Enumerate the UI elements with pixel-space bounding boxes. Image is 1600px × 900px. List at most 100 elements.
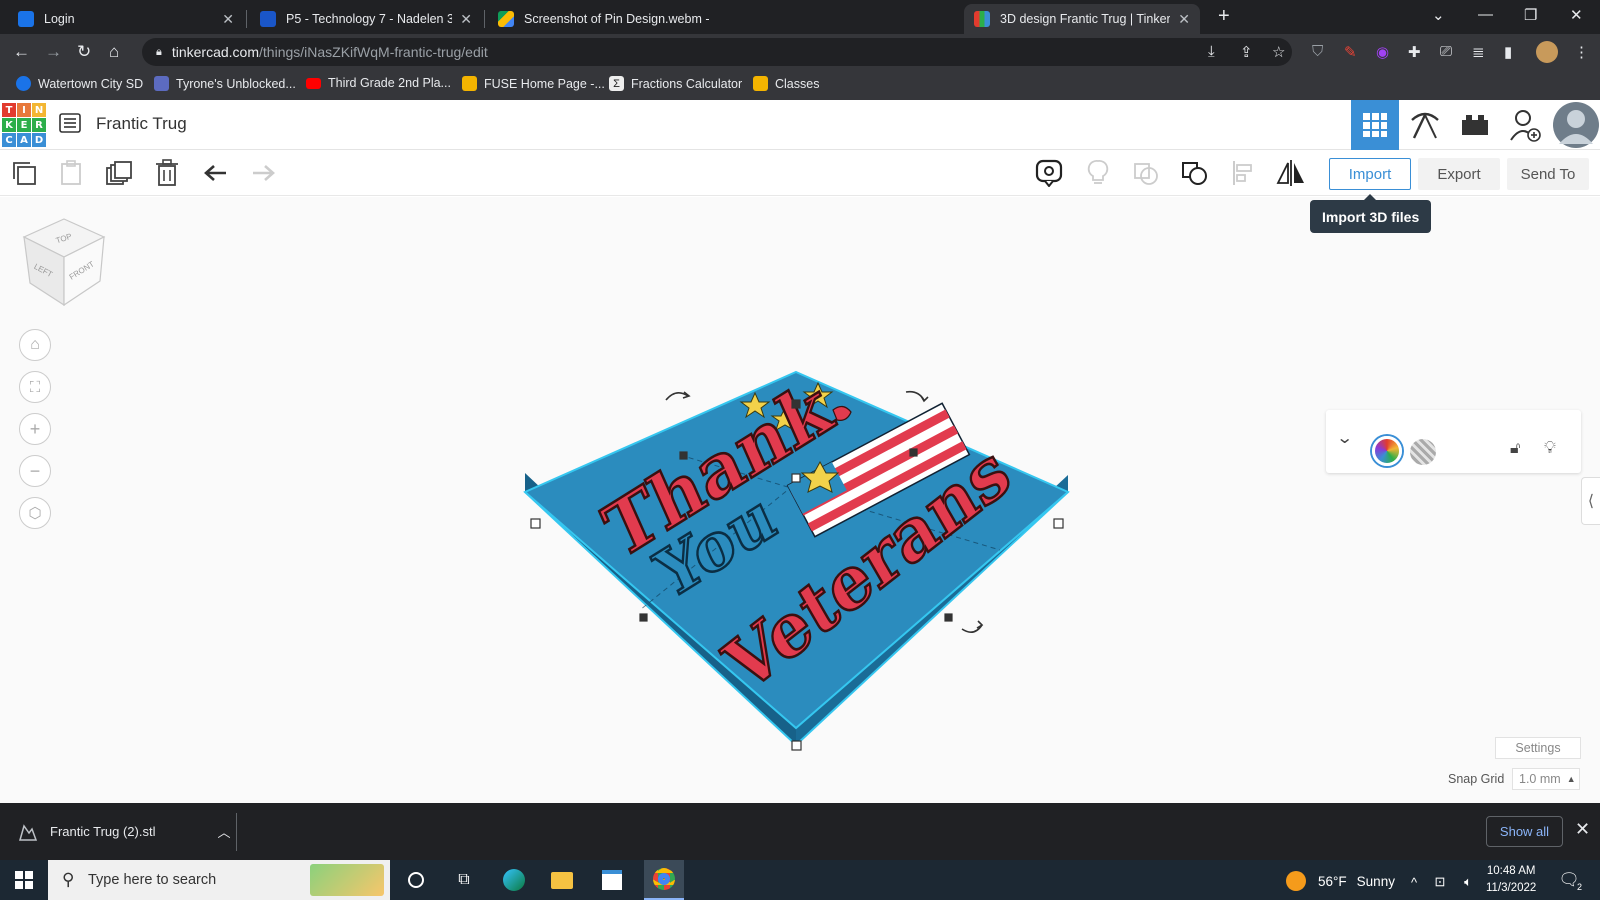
design-title[interactable]: Frantic Trug — [96, 114, 187, 134]
purple-extension-icon[interactable]: ◉ — [1376, 43, 1389, 61]
home-icon[interactable]: ⌂ — [109, 42, 119, 62]
minimize-button[interactable]: — — [1478, 6, 1493, 23]
bookmark-tyrone[interactable]: Tyrone's Unblocked... — [154, 76, 296, 91]
panel-toggle-tab[interactable]: ⟨ — [1581, 477, 1600, 525]
paste-button[interactable] — [56, 158, 86, 188]
chevron-up-icon[interactable]: ︿ — [217, 822, 230, 841]
model-scene[interactable]: Thank You Veterans — [0, 197, 1600, 803]
copy-button[interactable] — [9, 158, 39, 188]
system-clock[interactable]: 10:48 AM 11/3/2022 — [1486, 863, 1536, 897]
classroom-icon — [753, 76, 768, 91]
weather-widget[interactable]: 56°F Sunny — [1286, 871, 1395, 891]
ungroup-button[interactable] — [1180, 158, 1210, 188]
reload-icon[interactable]: ↻ — [77, 42, 91, 62]
download-item[interactable]: Frantic Trug (2).stl ︿ — [18, 822, 230, 841]
bookmark-fractions[interactable]: Σ Fractions Calculator — [609, 76, 742, 91]
undo-button[interactable] — [201, 158, 231, 188]
import-button[interactable]: Import — [1329, 158, 1411, 190]
tab-label: Login — [44, 12, 75, 26]
pickaxe-icon — [1411, 112, 1439, 139]
mirror-button[interactable] — [1276, 158, 1306, 188]
back-icon[interactable]: ← — [13, 42, 30, 62]
browser-tab-bar: Login ✕ P5 - Technology 7 - Nadelen 3 ✕ … — [0, 0, 1600, 34]
new-tab-button[interactable]: + — [1218, 5, 1230, 28]
windows-logo-icon — [15, 871, 33, 889]
invite-user-button[interactable] — [1501, 100, 1549, 150]
bookmark-third-grade[interactable]: Third Grade 2nd Pla... — [306, 76, 451, 90]
file-explorer-button[interactable] — [544, 866, 580, 894]
network-icon[interactable]: ⊡ — [1428, 868, 1452, 896]
user-avatar[interactable] — [1552, 100, 1600, 150]
taskbar-search-input[interactable]: ⚲ Type here to search — [48, 860, 390, 900]
tab-screenshot-webm[interactable]: Screenshot of Pin Design.webm - — [488, 4, 720, 34]
puzzle-extensions-icon[interactable]: ✚ — [1408, 43, 1421, 61]
snap-grid-select[interactable]: 1.0 mm ▲ — [1512, 768, 1580, 790]
tab-search-chevron-icon[interactable]: ⌄ — [1432, 6, 1445, 24]
bookmark-label: Tyrone's Unblocked... — [176, 76, 296, 91]
chrome-menu-icon[interactable]: ⋮ — [1574, 43, 1589, 61]
forward-icon[interactable]: → — [45, 42, 62, 62]
settings-button[interactable]: Settings — [1495, 737, 1581, 759]
close-window-button[interactable]: ✕ — [1570, 6, 1583, 24]
side-panel-icon[interactable]: ▮ — [1504, 43, 1512, 61]
start-button[interactable] — [6, 866, 42, 894]
share-icon[interactable]: ⇪ — [1240, 43, 1253, 61]
3d-design-view-button[interactable] — [1351, 100, 1399, 150]
lock-icon[interactable]: 🔓︎ — [1510, 440, 1520, 458]
speech-bubble-icon — [1035, 159, 1063, 187]
duplicate-button[interactable] — [104, 158, 134, 188]
hide-lightbulb-icon[interactable]: 💡︎ — [1544, 438, 1556, 458]
restore-button[interactable]: ❐ — [1524, 6, 1537, 24]
tab-login[interactable]: Login ✕ — [8, 4, 244, 34]
tab-close-icon[interactable]: ✕ — [222, 11, 234, 28]
workplane-viewport[interactable]: TOP LEFT FRONT ⌂ ⛶ + − ⬡ Thank You Veter… — [0, 197, 1600, 803]
chevron-left-icon: ⟨ — [1587, 493, 1595, 510]
tinkercad-favicon-icon — [974, 11, 990, 27]
bookmark-favicon-icon — [16, 76, 31, 91]
hide-button[interactable] — [1083, 158, 1113, 188]
design-list-icon[interactable] — [59, 113, 81, 133]
cast-icon[interactable]: ⎚ — [1440, 43, 1452, 60]
download-bar: Frantic Trug (2).stl ︿ Show all ✕ — [0, 803, 1600, 860]
browser-toolbar: ← → ↻ ⌂ 🔒︎ tinkercad.com/things/iNasZKif… — [0, 34, 1600, 70]
chrome-button[interactable] — [644, 860, 684, 900]
install-icon[interactable]: ⤓ — [1208, 43, 1215, 60]
profile-avatar-icon[interactable] — [1536, 41, 1558, 63]
notifications-button[interactable]: 🗨︎ 2 — [1554, 866, 1584, 894]
volume-icon[interactable]: 🔈︎ — [1456, 868, 1480, 896]
solid-color-button[interactable] — [1372, 436, 1402, 466]
redo-icon — [253, 165, 275, 181]
bookmark-watertown[interactable]: Watertown City SD — [16, 76, 143, 91]
redo-button[interactable] — [248, 158, 278, 188]
tab-close-icon[interactable]: ✕ — [1178, 11, 1190, 28]
trash-icon — [156, 159, 178, 186]
group-button[interactable] — [1131, 158, 1161, 188]
tab-technology[interactable]: P5 - Technology 7 - Nadelen 3 ✕ — [250, 4, 482, 34]
align-button[interactable] — [1228, 158, 1258, 188]
show-all-button[interactable]: Show all — [1486, 816, 1563, 847]
edge-button[interactable] — [496, 866, 532, 894]
notes-button[interactable] — [1034, 158, 1064, 188]
tab-close-icon[interactable]: ✕ — [460, 11, 472, 28]
send-to-button[interactable]: Send To — [1507, 158, 1589, 190]
tinkercad-logo[interactable]: T I N K E R C A D — [2, 103, 46, 147]
address-bar[interactable]: 🔒︎ tinkercad.com/things/iNasZKifWqM-fran… — [142, 38, 1292, 66]
delete-button[interactable] — [152, 158, 182, 188]
tab-tinkercad[interactable]: 3D design Frantic Trug | Tinkercad ✕ — [964, 4, 1200, 34]
bricks-view-button[interactable] — [1451, 100, 1499, 150]
close-download-bar-icon[interactable]: ✕ — [1575, 819, 1590, 840]
pen-extension-icon[interactable]: ✎ — [1344, 43, 1357, 61]
export-button[interactable]: Export — [1418, 158, 1500, 190]
hole-button[interactable] — [1410, 439, 1436, 465]
collapse-chevron-icon[interactable]: ⌄ — [1336, 428, 1353, 448]
bookmark-fuse[interactable]: FUSE Home Page -... — [462, 76, 605, 91]
task-view-button[interactable]: ⧉ — [446, 866, 482, 894]
cortana-button[interactable] — [398, 866, 434, 894]
blocks-view-button[interactable] — [1401, 100, 1449, 150]
bookmark-star-icon[interactable]: ☆ — [1272, 43, 1285, 61]
hidden-icons-chevron-icon[interactable]: ^ — [1404, 868, 1424, 896]
bookmark-classes[interactable]: Classes — [753, 76, 819, 91]
reading-list-icon[interactable]: ≣ — [1472, 43, 1485, 61]
shield-extension-icon[interactable]: ⛉ — [1312, 43, 1323, 60]
store-button[interactable] — [594, 866, 630, 894]
